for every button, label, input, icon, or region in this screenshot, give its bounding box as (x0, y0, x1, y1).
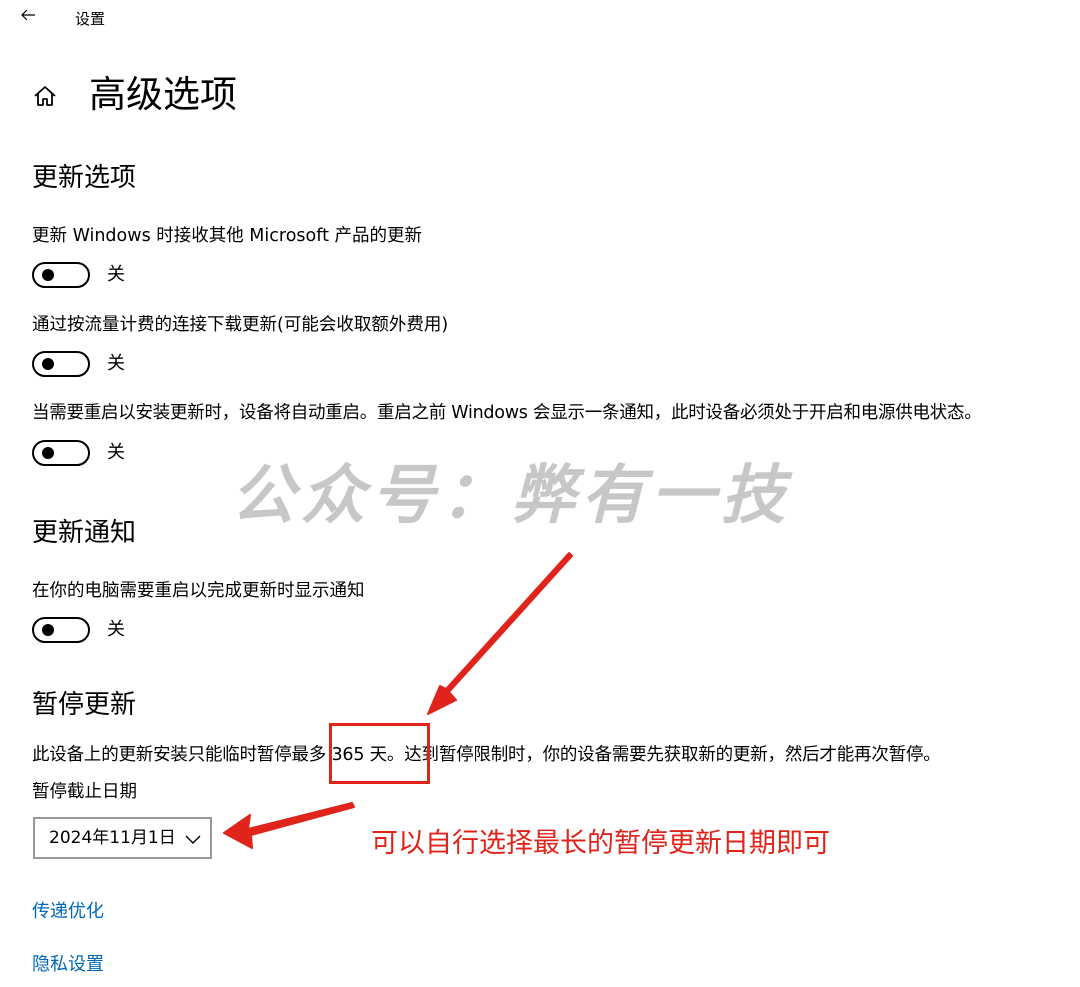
annotation-arrow-left (223, 802, 355, 849)
annotation-text: 可以自行选择最长的暂停更新日期即可 (371, 828, 830, 859)
annotation-arrow-down (427, 552, 573, 715)
